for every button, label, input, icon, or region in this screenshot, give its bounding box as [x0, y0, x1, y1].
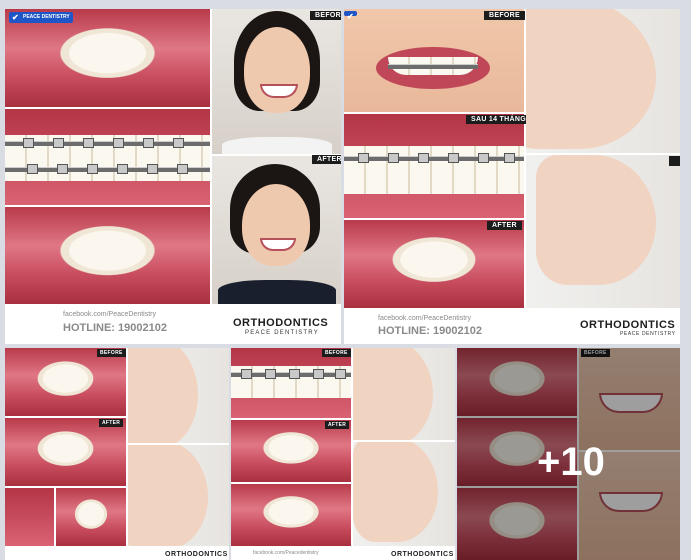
teeth-photo-during — [344, 114, 524, 218]
facebook-url: facebook.com/PeaceDentistry — [63, 311, 156, 318]
brand-logo — [344, 11, 357, 21]
teeth-photo-braces — [231, 348, 351, 418]
brand-sub: PEACE DENTISTRY — [245, 330, 319, 336]
smile-photo-before — [344, 9, 524, 112]
brand-orthodontics: ORTHODONTICS — [391, 551, 454, 558]
label-during: SAU 14 THÁNG — [466, 115, 531, 124]
arch-photo-1 — [5, 488, 54, 546]
photo-grid: BEFORE AFTER PEACE DENTISTRY facebook.co… — [0, 0, 691, 560]
brand-orthodontics: ORTHODONTICS — [165, 551, 228, 558]
label-after: AFTER — [99, 419, 124, 427]
label-after: AFTER — [487, 221, 522, 230]
more-photos-count[interactable]: +10 — [537, 440, 605, 485]
teeth-photo-after — [344, 220, 524, 308]
brand-sub: PEACE DENTISTRY — [620, 331, 676, 337]
brand-logo: PEACE DENTISTRY — [9, 12, 73, 23]
photo-tile-1[interactable]: BEFORE AFTER PEACE DENTISTRY facebook.co… — [5, 9, 341, 344]
arch-photo-2 — [56, 488, 126, 546]
profile-photo-after — [128, 445, 229, 546]
teeth-photo-after — [5, 418, 126, 486]
face-photo-after — [212, 156, 341, 304]
photo-tile-2[interactable]: BEFORE SAU 14 THÁNG AFTER facebook.com/P… — [344, 9, 680, 344]
profile-photo-before — [353, 348, 455, 440]
hotline: HOTLINE: 19002102 — [378, 325, 482, 337]
teeth-photo-after — [5, 207, 210, 304]
face-photo-before — [212, 9, 341, 154]
photo-tile-3[interactable]: BEFORE AFTER ORTHODONTICS — [5, 348, 229, 560]
brand-orthodontics: ORTHODONTICS — [580, 319, 676, 331]
label-before: BEFORE — [322, 349, 351, 357]
facebook-url: facebook.com/PeaceDentistry — [378, 315, 471, 322]
facebook-url: facebook.com/Peacedentistry — [253, 550, 319, 556]
teeth-photo-before — [5, 348, 126, 416]
teeth-photo-before — [5, 9, 210, 107]
label-after: AFTER — [325, 421, 350, 429]
brand-orthodontics: ORTHODONTICS — [233, 317, 329, 329]
profile-photo-after — [526, 155, 680, 308]
profile-photo-before — [128, 348, 229, 443]
photo-tile-5-more[interactable]: BEFORE +10 — [457, 348, 680, 560]
profile-photo-before — [526, 9, 680, 153]
photo-tile-4[interactable]: BEFORE AFTER facebook.com/Peacedentistry… — [231, 348, 455, 560]
label-after: AFTER — [312, 155, 341, 164]
hotline: HOTLINE: 19002102 — [63, 322, 167, 334]
label-before: BEFORE — [97, 349, 126, 357]
teeth-photo-braces — [5, 109, 210, 205]
profile-photo-after — [353, 442, 455, 546]
label-before: BEFORE — [484, 11, 525, 20]
label-after-2 — [669, 156, 680, 166]
label-before: BEFORE — [310, 11, 341, 20]
teeth-photo-after-2 — [231, 484, 351, 546]
teeth-photo-after — [231, 420, 351, 482]
